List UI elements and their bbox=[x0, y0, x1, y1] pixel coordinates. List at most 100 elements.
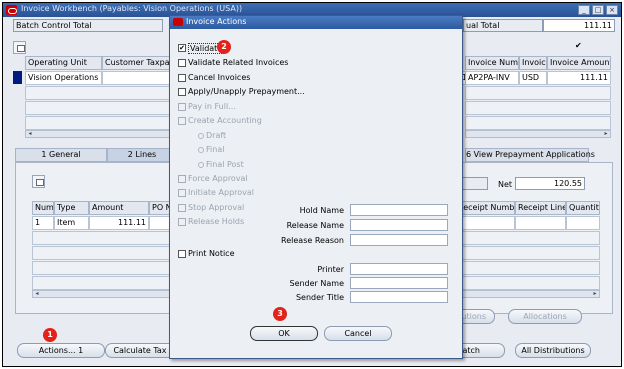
radio-dot bbox=[198, 133, 204, 139]
empty-line-row[interactable] bbox=[455, 261, 600, 275]
sender-title-field[interactable] bbox=[350, 291, 448, 303]
net-field[interactable]: 120.55 bbox=[515, 177, 585, 190]
tab-general[interactable]: 1 General bbox=[15, 148, 107, 162]
step-1-badge: 1 bbox=[43, 328, 57, 342]
radio-dot bbox=[198, 162, 204, 168]
radio-final-post-label: Final Post bbox=[206, 160, 244, 169]
col-operating-unit: Operating Unit bbox=[25, 56, 102, 70]
validate-check-box[interactable]: ✔ bbox=[178, 44, 186, 52]
lines-scrollbar-right[interactable]: ▸ bbox=[455, 290, 600, 298]
line-cell-po[interactable] bbox=[149, 216, 171, 230]
empty-line-row[interactable] bbox=[32, 261, 171, 275]
checkbox-box[interactable] bbox=[178, 59, 186, 67]
printer-field[interactable] bbox=[350, 263, 448, 275]
all-distributions-button[interactable]: All Distributions bbox=[515, 343, 591, 358]
actual-total-label-box: ual Total bbox=[463, 19, 543, 32]
tab-lines[interactable]: 2 Lines bbox=[107, 148, 177, 162]
radio-final-label: Final bbox=[206, 145, 225, 154]
actions-button[interactable]: Actions... 1 bbox=[17, 343, 105, 358]
scroll-right-icon[interactable]: ▸ bbox=[591, 291, 599, 297]
batch-control-total-label-box: Batch Control Total bbox=[13, 19, 163, 32]
apply-unapply-prepayment-checkbox[interactable]: Apply/Unapply Prepayment... bbox=[178, 87, 328, 99]
sender-title-label: Sender Title bbox=[295, 293, 344, 302]
checkbox-box bbox=[178, 218, 186, 226]
lines-scrollbar-left[interactable]: ◂ bbox=[32, 290, 171, 298]
cell-invoice-num[interactable]: AP2PA-INV bbox=[465, 71, 519, 85]
empty-row[interactable] bbox=[465, 86, 611, 100]
line-cell-amount[interactable]: 111.11 bbox=[89, 216, 149, 230]
scroll-right-icon[interactable]: ▸ bbox=[602, 131, 610, 137]
oracle-app-icon bbox=[6, 5, 17, 15]
sender-name-field[interactable] bbox=[350, 277, 448, 289]
radio-draft: Draft bbox=[198, 131, 258, 143]
release-name-field[interactable] bbox=[350, 219, 448, 231]
line-cell-receipt-number[interactable] bbox=[455, 216, 515, 230]
invoice-workbench-window: Invoice Workbench (Payables: Vision Oper… bbox=[2, 2, 622, 367]
release-holds-checkbox: Release Holds bbox=[178, 217, 278, 229]
stop-approval-checkbox: Stop Approval bbox=[178, 203, 278, 215]
calculate-tax-button[interactable]: Calculate Tax bbox=[105, 343, 175, 358]
folder-tools-icon[interactable] bbox=[13, 41, 26, 54]
hold-name-field[interactable] bbox=[350, 204, 448, 216]
apply-prepayment-label: Apply/Unapply Prepayment... bbox=[188, 87, 305, 96]
line-cell-type[interactable]: Item bbox=[54, 216, 89, 230]
cell-invoice-currency[interactable]: USD bbox=[519, 71, 547, 85]
scroll-left-icon[interactable]: ◂ bbox=[33, 291, 41, 297]
maximize-button[interactable]: □ bbox=[592, 5, 604, 15]
close-button[interactable]: × bbox=[606, 5, 618, 15]
lines-folder-icon[interactable] bbox=[32, 175, 45, 188]
release-holds-label: Release Holds bbox=[188, 217, 245, 226]
empty-line-row[interactable] bbox=[32, 246, 171, 260]
scroll-left-icon[interactable]: ◂ bbox=[26, 131, 34, 137]
initiate-approval-checkbox: Initiate Approval bbox=[178, 188, 278, 200]
create-accounting-checkbox: Create Accounting bbox=[178, 116, 328, 128]
sender-name-label: Sender Name bbox=[289, 279, 344, 288]
empty-line-row[interactable] bbox=[455, 276, 600, 290]
col-invoice-currency: Invoice bbox=[519, 56, 547, 70]
empty-row[interactable] bbox=[465, 116, 611, 130]
actual-total-field[interactable]: 111.11 bbox=[543, 19, 615, 32]
ok-button[interactable]: OK bbox=[250, 326, 318, 341]
col-receipt-line: Receipt Line bbox=[515, 201, 566, 215]
validate-related-invoices-checkbox[interactable]: Validate Related Invoices bbox=[178, 58, 328, 70]
invoice-grid-scrollbar[interactable]: ◂ bbox=[25, 130, 170, 138]
empty-row[interactable] bbox=[465, 101, 611, 115]
empty-row[interactable] bbox=[25, 86, 170, 100]
empty-line-row[interactable] bbox=[32, 276, 171, 290]
checkbox-box[interactable] bbox=[178, 88, 186, 96]
col-customer-taxpayer: Customer Taxpaye bbox=[102, 56, 170, 70]
cell-operating-unit[interactable]: Vision Operations bbox=[25, 71, 102, 85]
print-notice-checkbox[interactable]: Print Notice bbox=[178, 249, 278, 261]
header-check-mark[interactable]: ✔ bbox=[575, 41, 582, 50]
step-2-badge: 2 bbox=[217, 40, 231, 54]
minimize-button[interactable]: _ bbox=[578, 5, 590, 15]
net-label: Net bbox=[498, 180, 513, 189]
col-invoice-amount: Invoice Amount bbox=[547, 56, 611, 70]
batch-control-total-label: Batch Control Total bbox=[16, 21, 92, 30]
cell-customer-taxpayer[interactable] bbox=[102, 71, 170, 85]
line-cell-receipt-line[interactable] bbox=[515, 216, 566, 230]
empty-row[interactable] bbox=[25, 116, 170, 130]
cancel-button[interactable]: Cancel bbox=[324, 326, 392, 341]
step-3-badge: 3 bbox=[273, 307, 287, 321]
invoice-grid-scrollbar-right[interactable]: ▸ bbox=[465, 130, 611, 138]
col-amount: Amount bbox=[89, 201, 149, 215]
cell-invoice-amount[interactable]: 111.11 bbox=[547, 71, 611, 85]
checkbox-box bbox=[178, 204, 186, 212]
tab-view-prepayment-applications[interactable]: 6 View Prepayment Applications bbox=[465, 148, 595, 162]
checkbox-box bbox=[178, 175, 186, 183]
printer-label: Printer bbox=[317, 265, 344, 274]
empty-line-row[interactable] bbox=[32, 231, 171, 245]
line-cell-quantity[interactable] bbox=[566, 216, 600, 230]
cancel-invoices-checkbox[interactable]: Cancel Invoices bbox=[178, 73, 328, 85]
empty-row[interactable] bbox=[25, 101, 170, 115]
release-reason-field[interactable] bbox=[350, 234, 448, 246]
empty-line-row[interactable] bbox=[455, 246, 600, 260]
empty-line-row[interactable] bbox=[455, 231, 600, 245]
checkbox-box[interactable] bbox=[178, 250, 186, 258]
allocations-button[interactable]: Allocations bbox=[508, 309, 582, 324]
checkbox-box[interactable] bbox=[178, 74, 186, 82]
line-cell-num[interactable]: 1 bbox=[32, 216, 54, 230]
col-type: Type bbox=[54, 201, 89, 215]
oracle-dialog-icon bbox=[173, 18, 183, 26]
